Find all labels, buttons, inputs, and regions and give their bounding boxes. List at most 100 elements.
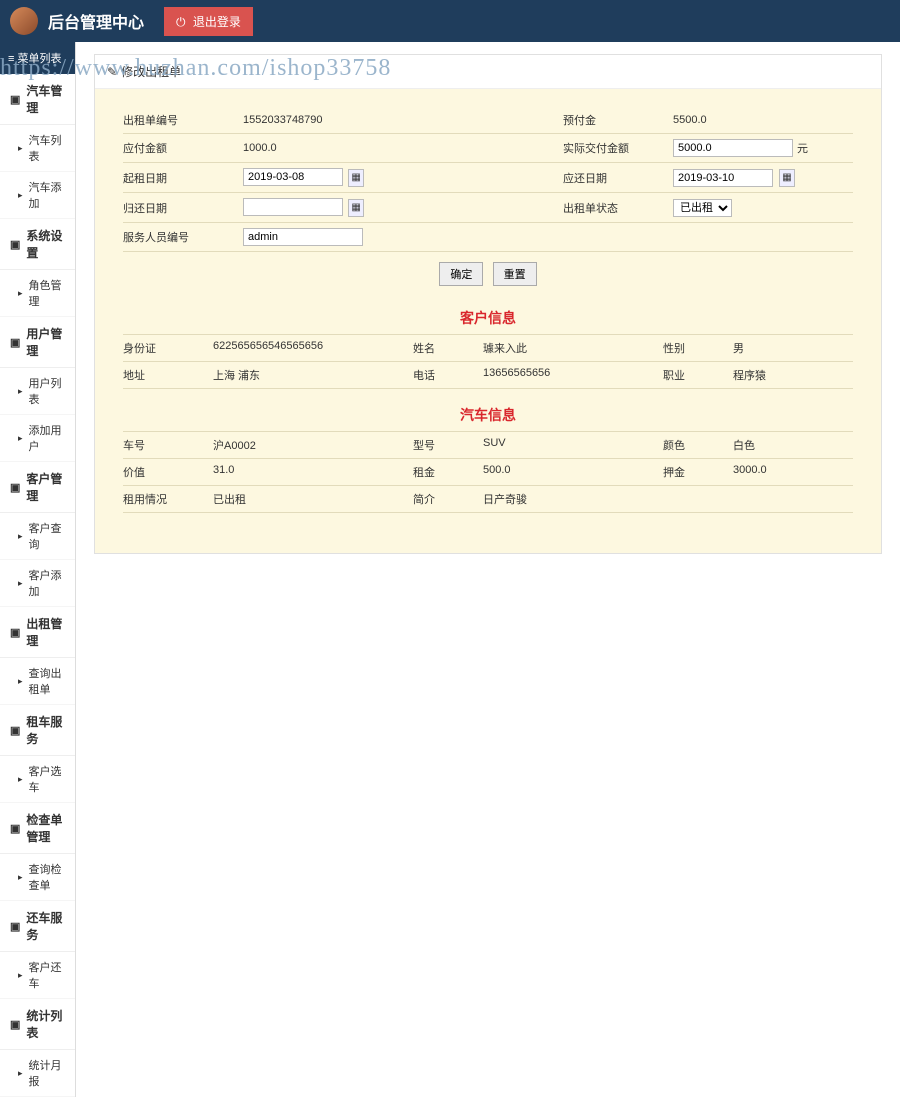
- sidebar-item[interactable]: ▸查询出租单: [0, 658, 75, 705]
- sidebar-item-label: 客户选车: [29, 763, 65, 795]
- sidebar-group-label: 用户管理: [26, 325, 65, 359]
- group-icon: ▣: [10, 93, 20, 106]
- label-start-date: 起租日期: [123, 170, 243, 186]
- label-return-date: 归还日期: [123, 200, 243, 216]
- sidebar-group-head[interactable]: ▣检查单管理: [0, 803, 75, 854]
- value-car-usage: 已出租: [213, 491, 413, 507]
- label-car-color: 颜色: [663, 437, 733, 453]
- sidebar-item[interactable]: ▸客户查询: [0, 513, 75, 560]
- sidebar-toggle[interactable]: ≡ 菜单列表: [0, 42, 75, 74]
- start-date-input[interactable]: [243, 168, 343, 186]
- staff-input[interactable]: [243, 228, 363, 246]
- sidebar-item[interactable]: ▸ 汽车列表: [0, 125, 75, 172]
- actual-unit: 元: [797, 140, 808, 156]
- edit-icon: ✎: [107, 65, 117, 79]
- sidebar-item-label: 添加用户: [29, 422, 65, 454]
- group-icon: ▣: [10, 724, 20, 737]
- caret-right-icon: ▸: [18, 433, 23, 444]
- sidebar-item-label: 汽车添加: [29, 179, 65, 211]
- value-car-no: 沪A0002: [213, 437, 413, 453]
- sidebar-item-label: 客户添加: [29, 567, 65, 599]
- menu-icon: ≡: [8, 53, 14, 65]
- group-icon: ▣: [10, 238, 20, 251]
- sidebar-item[interactable]: ▸ 客户选车: [0, 756, 75, 803]
- caret-right-icon: ▸: [18, 143, 23, 154]
- sidebar-item[interactable]: ▸查询检查单: [0, 854, 75, 901]
- label-car-type: 型号: [413, 437, 483, 453]
- group-icon: ▣: [10, 920, 20, 933]
- label-payable: 应付金额: [123, 140, 243, 156]
- sidebar-item[interactable]: ▸客户还车: [0, 952, 75, 999]
- actual-input[interactable]: [673, 139, 793, 157]
- sidebar-group-label: 检查单管理: [26, 811, 65, 845]
- sidebar-item[interactable]: ▸ 角色管理: [0, 270, 75, 317]
- label-gender: 性别: [663, 340, 733, 356]
- sidebar-item[interactable]: ▸ 汽车添加: [0, 172, 75, 219]
- label-car-pledge: 押金: [663, 464, 733, 480]
- label-car-value: 价值: [123, 464, 213, 480]
- sidebar-group-head[interactable]: ▣ 统计列表: [0, 999, 75, 1050]
- caret-right-icon: ▸: [18, 531, 23, 542]
- sidebar-item[interactable]: ▸ 添加用户: [0, 415, 75, 462]
- label-actual: 实际交付金额: [563, 140, 673, 156]
- sidebar-item[interactable]: ▸用户列表: [0, 368, 75, 415]
- label-deposit: 预付金: [563, 112, 673, 128]
- label-staff: 服务人员编号: [123, 229, 243, 245]
- sidebar-item-label: 用户列表: [29, 375, 65, 407]
- group-icon: ▣: [10, 481, 20, 494]
- caret-right-icon: ▸: [18, 288, 23, 299]
- power-icon: ⏻: [176, 15, 186, 29]
- group-icon: ▣: [10, 626, 20, 639]
- logout-label: 退出登录: [193, 15, 241, 29]
- sidebar-item-label: 查询检查单: [29, 861, 65, 893]
- label-car-no: 车号: [123, 437, 213, 453]
- label-car-rent: 租金: [413, 464, 483, 480]
- due-date-input[interactable]: [673, 169, 773, 187]
- sidebar-group-head[interactable]: ▣ 用户管理: [0, 317, 75, 368]
- label-phone: 电话: [413, 367, 483, 383]
- submit-button[interactable]: 确定: [439, 262, 483, 286]
- label-name: 姓名: [413, 340, 483, 356]
- main-content: ✎ 修改出租单 出租单编号 1552033748790 预付金 5500.0 应…: [76, 42, 900, 1097]
- value-gender: 男: [733, 340, 853, 356]
- calendar-icon[interactable]: ▦: [779, 169, 795, 187]
- sidebar-item-label: 汽车列表: [29, 132, 65, 164]
- value-car-value: 31.0: [213, 464, 413, 480]
- sidebar-group-head[interactable]: ▣ 出租管理: [0, 607, 75, 658]
- caret-right-icon: ▸: [18, 1068, 23, 1079]
- sidebar-item[interactable]: ▸统计月报: [0, 1050, 75, 1097]
- value-car-pledge: 3000.0: [733, 464, 853, 480]
- value-car-rent: 500.0: [483, 464, 663, 480]
- sidebar-group-label: 还车服务: [26, 909, 65, 943]
- sidebar-group-head[interactable]: ▣ 汽车管理: [0, 74, 75, 125]
- sidebar-item-label: 角色管理: [29, 277, 65, 309]
- label-job: 职业: [663, 367, 733, 383]
- logout-button[interactable]: ⏻ 退出登录: [164, 7, 253, 36]
- sidebar-group-head[interactable]: ▣ 还车服务: [0, 901, 75, 952]
- car-section-title: 汽车信息: [123, 389, 853, 432]
- group-icon: ▣: [10, 1018, 20, 1031]
- return-date-input[interactable]: [243, 198, 343, 216]
- panel-title: ✎ 修改出租单: [95, 55, 881, 89]
- caret-right-icon: ▸: [18, 774, 23, 785]
- sidebar-group-label: 统计列表: [26, 1007, 65, 1041]
- sidebar-group-head[interactable]: ▣租车服务: [0, 705, 75, 756]
- calendar-icon[interactable]: ▦: [348, 169, 364, 187]
- sidebar-item-label: 客户还车: [29, 959, 65, 991]
- label-car-usage: 租用情况: [123, 491, 213, 507]
- status-select[interactable]: 已出租: [673, 199, 732, 217]
- group-icon: ▣: [10, 336, 20, 349]
- sidebar-group-head[interactable]: ▣客户管理: [0, 462, 75, 513]
- reset-button[interactable]: 重置: [493, 262, 537, 286]
- sidebar-group-label: 汽车管理: [26, 82, 65, 116]
- calendar-icon[interactable]: ▦: [348, 199, 364, 217]
- sidebar-group-label: 出租管理: [26, 615, 65, 649]
- sidebar-group-head[interactable]: ▣系统设置: [0, 219, 75, 270]
- caret-right-icon: ▸: [18, 190, 23, 201]
- value-phone: 13656565656: [483, 367, 663, 383]
- caret-right-icon: ▸: [18, 676, 23, 687]
- caret-right-icon: ▸: [18, 578, 23, 589]
- value-job: 程序猿: [733, 367, 853, 383]
- value-address: 上海 浦东: [213, 367, 413, 383]
- avatar[interactable]: [10, 7, 38, 35]
